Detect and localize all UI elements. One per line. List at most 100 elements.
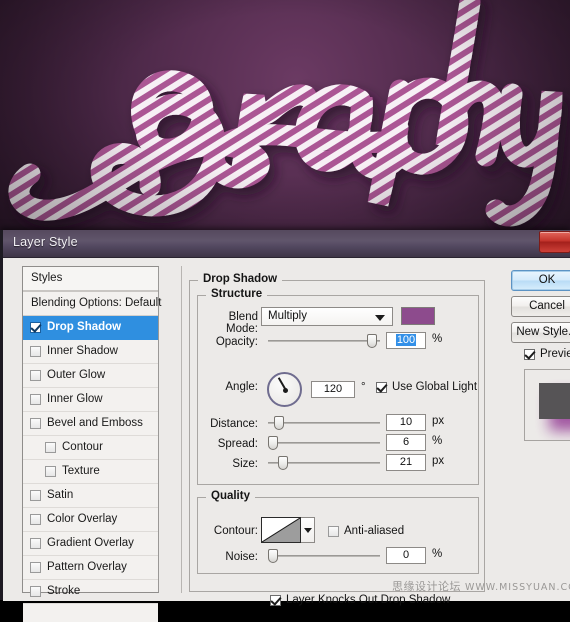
- slider-track: [268, 422, 380, 424]
- style-label: Bevel and Emboss: [47, 417, 143, 429]
- styles-list-filler: [23, 604, 158, 622]
- checkbox-anti-aliased[interactable]: [328, 525, 339, 537]
- contour-thumbnail[interactable]: [261, 517, 301, 543]
- settings-panel: Drop Shadow Structure Blend Mode: Multip…: [181, 266, 491, 606]
- checkbox-texture[interactable]: [45, 466, 56, 477]
- styles-header: Styles: [23, 267, 158, 292]
- spread-slider[interactable]: [268, 436, 380, 450]
- chevron-down-icon: [375, 315, 385, 321]
- style-row-stroke[interactable]: Stroke: [23, 580, 158, 604]
- checkbox-color-overlay[interactable]: [30, 514, 41, 525]
- dialog-title: Layer Style: [13, 235, 78, 249]
- artwork-canvas: [0, 0, 570, 236]
- layer-knocks-out-label: Layer Knocks Out Drop Shadow: [286, 594, 451, 606]
- dialog-titlebar[interactable]: Layer Style: [3, 230, 570, 258]
- checkbox-gradient-overlay[interactable]: [30, 538, 41, 549]
- size-slider[interactable]: [268, 456, 380, 470]
- style-row-inner-shadow[interactable]: Inner Shadow: [23, 340, 158, 364]
- use-global-light-label: Use Global Light: [392, 381, 478, 393]
- anti-aliased-checkbox[interactable]: Anti-aliased: [328, 525, 404, 537]
- drop-shadow-group: Drop Shadow Structure Blend Mode: Multip…: [189, 273, 485, 606]
- spread-input[interactable]: 6: [386, 434, 426, 451]
- opacity-label: Opacity:: [215, 336, 258, 348]
- style-row-texture[interactable]: Texture: [23, 460, 158, 484]
- style-row-contour[interactable]: Contour: [23, 436, 158, 460]
- checkbox-layer-knocks-out[interactable]: [270, 594, 281, 606]
- slider-thumb[interactable]: [268, 436, 278, 450]
- style-label: Color Overlay: [47, 513, 118, 525]
- distance-input[interactable]: 10: [386, 414, 426, 431]
- dialog-body: Styles Blending Options: Default Drop Sh…: [3, 258, 570, 622]
- new-style-button[interactable]: New Style...: [511, 322, 570, 343]
- checkbox-use-global-light[interactable]: [376, 381, 387, 393]
- angle-input[interactable]: 120: [311, 381, 355, 398]
- slider-thumb[interactable]: [367, 334, 377, 348]
- layer-knocks-out-checkbox[interactable]: Layer Knocks Out Drop Shadow: [270, 594, 450, 606]
- quality-group: Quality Contour: Anti-aliased Noise: 0 %: [197, 490, 479, 574]
- size-unit: px: [432, 455, 445, 467]
- noise-input[interactable]: 0: [386, 547, 426, 564]
- preview-swatch: [539, 383, 570, 419]
- close-icon[interactable]: [539, 231, 570, 253]
- style-row-pattern-overlay[interactable]: Pattern Overlay: [23, 556, 158, 580]
- opacity-unit: %: [432, 333, 443, 345]
- spread-unit: %: [432, 435, 443, 447]
- style-row-gradient-overlay[interactable]: Gradient Overlay: [23, 532, 158, 556]
- checkbox-drop-shadow[interactable]: [30, 322, 41, 333]
- style-row-blending-options[interactable]: Blending Options: Default: [23, 292, 162, 316]
- noise-slider[interactable]: [268, 549, 380, 563]
- checkbox-pattern-overlay[interactable]: [30, 562, 41, 573]
- style-row-drop-shadow[interactable]: Drop Shadow: [23, 316, 158, 340]
- artwork-vignette: [0, 0, 570, 236]
- ok-button[interactable]: OK: [511, 270, 570, 291]
- checkbox-inner-glow[interactable]: [30, 394, 41, 405]
- style-row-color-overlay[interactable]: Color Overlay: [23, 508, 158, 532]
- style-label: Gradient Overlay: [47, 537, 134, 549]
- blend-mode-select[interactable]: Multiply: [261, 307, 393, 326]
- cancel-button[interactable]: Cancel: [511, 296, 570, 317]
- anti-aliased-label: Anti-aliased: [344, 525, 405, 537]
- preview-checkbox[interactable]: Preview: [524, 348, 570, 360]
- style-row-satin[interactable]: Satin: [23, 484, 158, 508]
- size-input[interactable]: 21: [386, 454, 426, 471]
- style-row-inner-glow[interactable]: Inner Glow: [23, 388, 158, 412]
- style-label: Outer Glow: [47, 369, 106, 381]
- watermark: 思缘设计论坛 WWW.MISSYUAN.COM: [392, 578, 570, 594]
- drop-shadow-group-title: Drop Shadow: [198, 273, 283, 285]
- layer-style-dialog: Layer Style Styles Blending Options: Def…: [0, 230, 570, 622]
- size-label: Size:: [232, 458, 258, 470]
- distance-slider[interactable]: [268, 416, 380, 430]
- quality-group-title: Quality: [206, 490, 255, 502]
- shadow-color-swatch[interactable]: [401, 307, 435, 325]
- slider-thumb[interactable]: [278, 456, 288, 470]
- angle-dial[interactable]: [267, 372, 302, 407]
- style-row-outer-glow[interactable]: Outer Glow: [23, 364, 158, 388]
- checkbox-stroke[interactable]: [30, 586, 41, 597]
- checkbox-bevel-and-emboss[interactable]: [30, 418, 41, 429]
- checkbox-preview[interactable]: [524, 348, 535, 360]
- watermark-site-cn: 思缘设计论坛: [392, 580, 461, 593]
- checkbox-satin[interactable]: [30, 490, 41, 501]
- use-global-light-checkbox[interactable]: Use Global Light: [376, 381, 477, 393]
- slider-thumb[interactable]: [268, 549, 278, 563]
- distance-label: Distance:: [210, 418, 258, 430]
- checkbox-outer-glow[interactable]: [30, 370, 41, 381]
- opacity-input[interactable]: 100: [386, 332, 426, 349]
- opacity-slider[interactable]: [268, 334, 380, 348]
- angle-label: Angle:: [225, 381, 258, 393]
- checkbox-contour[interactable]: [45, 442, 56, 453]
- contour-dropdown-button[interactable]: [301, 517, 315, 543]
- style-row-bevel-and-emboss[interactable]: Bevel and Emboss: [23, 412, 158, 436]
- checkbox-inner-shadow[interactable]: [30, 346, 41, 357]
- angle-unit: °: [361, 381, 366, 393]
- slider-track: [268, 442, 380, 444]
- style-label: Inner Shadow: [47, 345, 118, 357]
- style-label: Drop Shadow: [47, 321, 122, 333]
- angle-hub: [283, 388, 288, 393]
- contour-curve-icon: [262, 518, 300, 542]
- style-label: Blending Options: Default: [31, 297, 162, 309]
- blend-mode-value: Multiply: [268, 310, 307, 322]
- style-label: Inner Glow: [47, 393, 103, 405]
- structure-group: Structure Blend Mode: Multiply Opacity: …: [197, 288, 479, 485]
- slider-thumb[interactable]: [274, 416, 284, 430]
